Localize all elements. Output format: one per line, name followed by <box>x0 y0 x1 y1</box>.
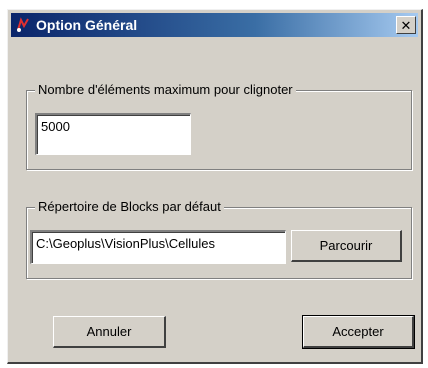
app-icon <box>14 16 32 34</box>
max-elements-label: Nombre d'éléments maximum pour clignoter <box>35 82 296 97</box>
accept-button[interactable]: Accepter <box>302 315 415 349</box>
cancel-button[interactable]: Annuler <box>53 316 166 348</box>
browse-button[interactable]: Parcourir <box>291 230 402 262</box>
window-title: Option Général <box>36 17 138 33</box>
title-bar[interactable]: Option Général ✕ <box>11 13 418 37</box>
close-button[interactable]: ✕ <box>396 16 416 34</box>
blocks-dir-label: Répertoire de Blocks par défaut <box>35 199 224 214</box>
blocks-dir-input[interactable]: C:\Geoplus\VisionPlus\Cellules <box>30 230 286 264</box>
close-icon: ✕ <box>400 17 412 33</box>
max-elements-group: Nombre d'éléments maximum pour clignoter… <box>26 82 412 170</box>
max-elements-input[interactable]: 5000 <box>35 113 191 155</box>
dialog-window: Option Général ✕ Nombre d'éléments maxim… <box>7 9 423 364</box>
blocks-dir-group: Répertoire de Blocks par défaut C:\Geopl… <box>26 199 412 279</box>
